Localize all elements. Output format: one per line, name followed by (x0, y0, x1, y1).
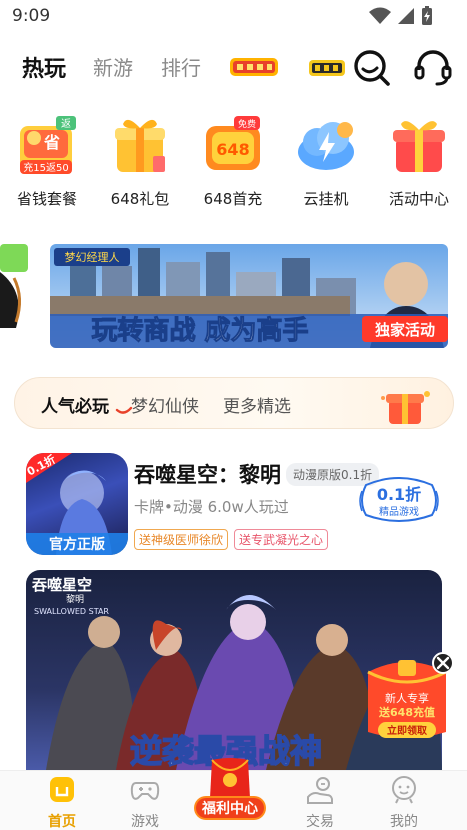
money-saving-badge-text: 返 (61, 118, 71, 130)
search-icon[interactable] (352, 48, 392, 88)
cloud-lightning-icon (293, 112, 359, 178)
game-meta: 卡牌•动漫 6.0w人玩过 (134, 498, 289, 516)
game-benefit-badge: 送神级医师徐欣 (134, 529, 229, 550)
discount-value: 0.1折 (377, 485, 421, 504)
nav-label: 交易 (306, 814, 334, 830)
promo-close-button[interactable] (432, 652, 454, 674)
game-icon-footer: 官方正版 (49, 536, 105, 553)
game-art-logo-en: SWALLOWED STAR (34, 607, 109, 616)
trade-icon (307, 777, 333, 804)
first-charge-icon: 免费 648 (200, 112, 266, 178)
promo-line1: 新人专享 (385, 691, 429, 705)
promo-banner[interactable]: 梦幻经理人 玩转商战 成为高手 独家活动 (50, 244, 448, 348)
game-title[interactable]: 吞噬星空：黎明 (134, 459, 281, 489)
banner-headline: 玩转商战 成为高手 (91, 315, 308, 346)
quick-entry-activity-center[interactable]: 活动中心 (374, 108, 464, 216)
tab-hot[interactable]: 热玩 (22, 51, 66, 83)
category-more[interactable]: 更多精选 (223, 392, 291, 417)
category-fantasy[interactable]: 梦幻仙侠 (131, 392, 199, 417)
game-art-logo-sub: 黎明 (66, 593, 84, 605)
banner-logo: 梦幻经理人 (65, 251, 120, 264)
status-icons (369, 6, 433, 26)
nav-welfare-center[interactable]: 福利中心 (190, 756, 270, 830)
game-card[interactable]: 官方正版 0.1折 吞噬星空：黎明 动漫原版0.1折 卡牌•动漫 6.0w人玩过… (26, 453, 446, 557)
signal-icon (398, 8, 414, 24)
tab-ranking[interactable]: 排行 (161, 52, 201, 81)
banner-previous-slide[interactable] (0, 242, 28, 348)
profile-icon (392, 776, 416, 804)
nav-welfare-label: 福利中心 (201, 800, 258, 817)
gamepad-icon (130, 782, 160, 800)
nav-home[interactable]: 首页 (27, 771, 97, 830)
nav-label: 首页 (48, 814, 76, 830)
quick-entry-label: 648礼包 (110, 190, 170, 208)
game-art-logo: 吞噬星空 (31, 576, 92, 594)
quick-entry-label: 云挂机 (303, 190, 349, 208)
special-tab-logo[interactable] (308, 56, 346, 80)
game-icon[interactable]: 官方正版 0.1折 (26, 453, 128, 555)
quick-entry-money-saving[interactable]: 返 省 充15返50 省钱套餐 (2, 108, 92, 216)
money-saving-top-text: 省 (43, 133, 60, 152)
top-tabs: 热玩 新游 排行 (0, 44, 467, 90)
first-charge-amount-text: 648 (216, 140, 249, 159)
promo-claim-button[interactable]: 立即领取 (387, 724, 428, 737)
money-saving-bottom-text: 充15返50 (23, 161, 68, 174)
quick-entry-label: 省钱套餐 (16, 190, 77, 208)
customer-service-icon[interactable] (413, 48, 453, 88)
nav-label: 游戏 (131, 814, 159, 830)
quick-entry-648-first-charge[interactable]: 免费 648 648首充 (188, 108, 278, 216)
game-benefit-badge: 送专武凝光之心 (234, 529, 329, 550)
home-icon (50, 777, 74, 802)
discount-badge: 0.1折 精品游戏 (359, 477, 439, 522)
free-version-tab-logo[interactable] (228, 54, 280, 80)
gift-box-icon (107, 112, 173, 178)
battery-icon (422, 6, 432, 25)
gift-box-icon (381, 391, 430, 424)
status-time: 9:09 (12, 6, 51, 26)
nav-mine[interactable]: 我的 (369, 771, 439, 830)
gift-present-icon (386, 112, 452, 178)
category-bar: 人气必玩 梦幻仙侠 更多精选 (14, 377, 454, 429)
money-saving-icon: 返 省 充15返50 (14, 112, 80, 178)
red-envelope-icon (223, 773, 237, 787)
quick-entry-648-gift[interactable]: 648礼包 (95, 108, 185, 216)
quick-entry-cloud-hosting[interactable]: 云挂机 (281, 108, 371, 216)
tab-new[interactable]: 新游 (93, 52, 133, 81)
status-bar: 9:09 (0, 0, 467, 34)
category-popular[interactable]: 人气必玩 (41, 392, 109, 417)
quick-entry-row: 返 省 充15返50 省钱套餐 648礼包 免费 648 648首充 云挂机 活… (0, 108, 467, 218)
close-icon (436, 656, 450, 670)
discount-subtitle: 精品游戏 (379, 505, 419, 518)
promo-line2: 送648充值 (378, 705, 435, 719)
banner-tag: 独家活动 (375, 321, 435, 339)
nav-label: 我的 (390, 814, 418, 830)
quick-entry-label: 648首充 (203, 190, 263, 208)
quick-entry-label: 活动中心 (388, 190, 449, 208)
first-charge-badge-text: 免费 (238, 118, 256, 130)
wifi-icon (369, 7, 391, 24)
nav-games[interactable]: 游戏 (110, 771, 180, 830)
nav-trade[interactable]: 交易 (285, 771, 355, 830)
